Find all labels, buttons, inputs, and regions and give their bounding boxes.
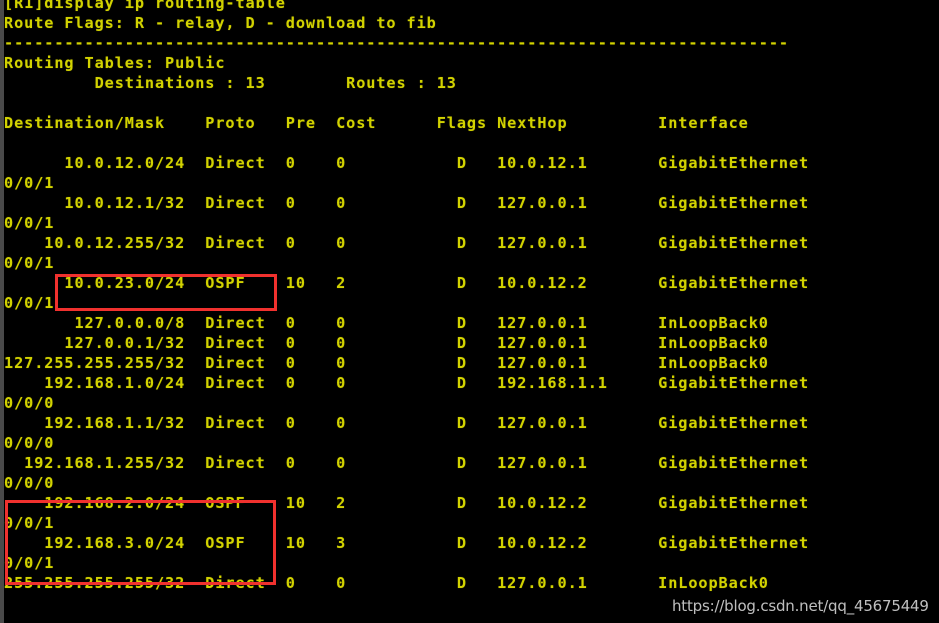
terminal-output-area[interactable]: [R1]display ip routing-table Route Flags… xyxy=(4,0,939,623)
terminal-window: [R1]display ip routing-table Route Flags… xyxy=(0,0,939,623)
watermark-url: https://blog.csdn.net/qq_45675449 xyxy=(672,597,929,615)
routing-table-output: [R1]display ip routing-table Route Flags… xyxy=(4,0,810,592)
